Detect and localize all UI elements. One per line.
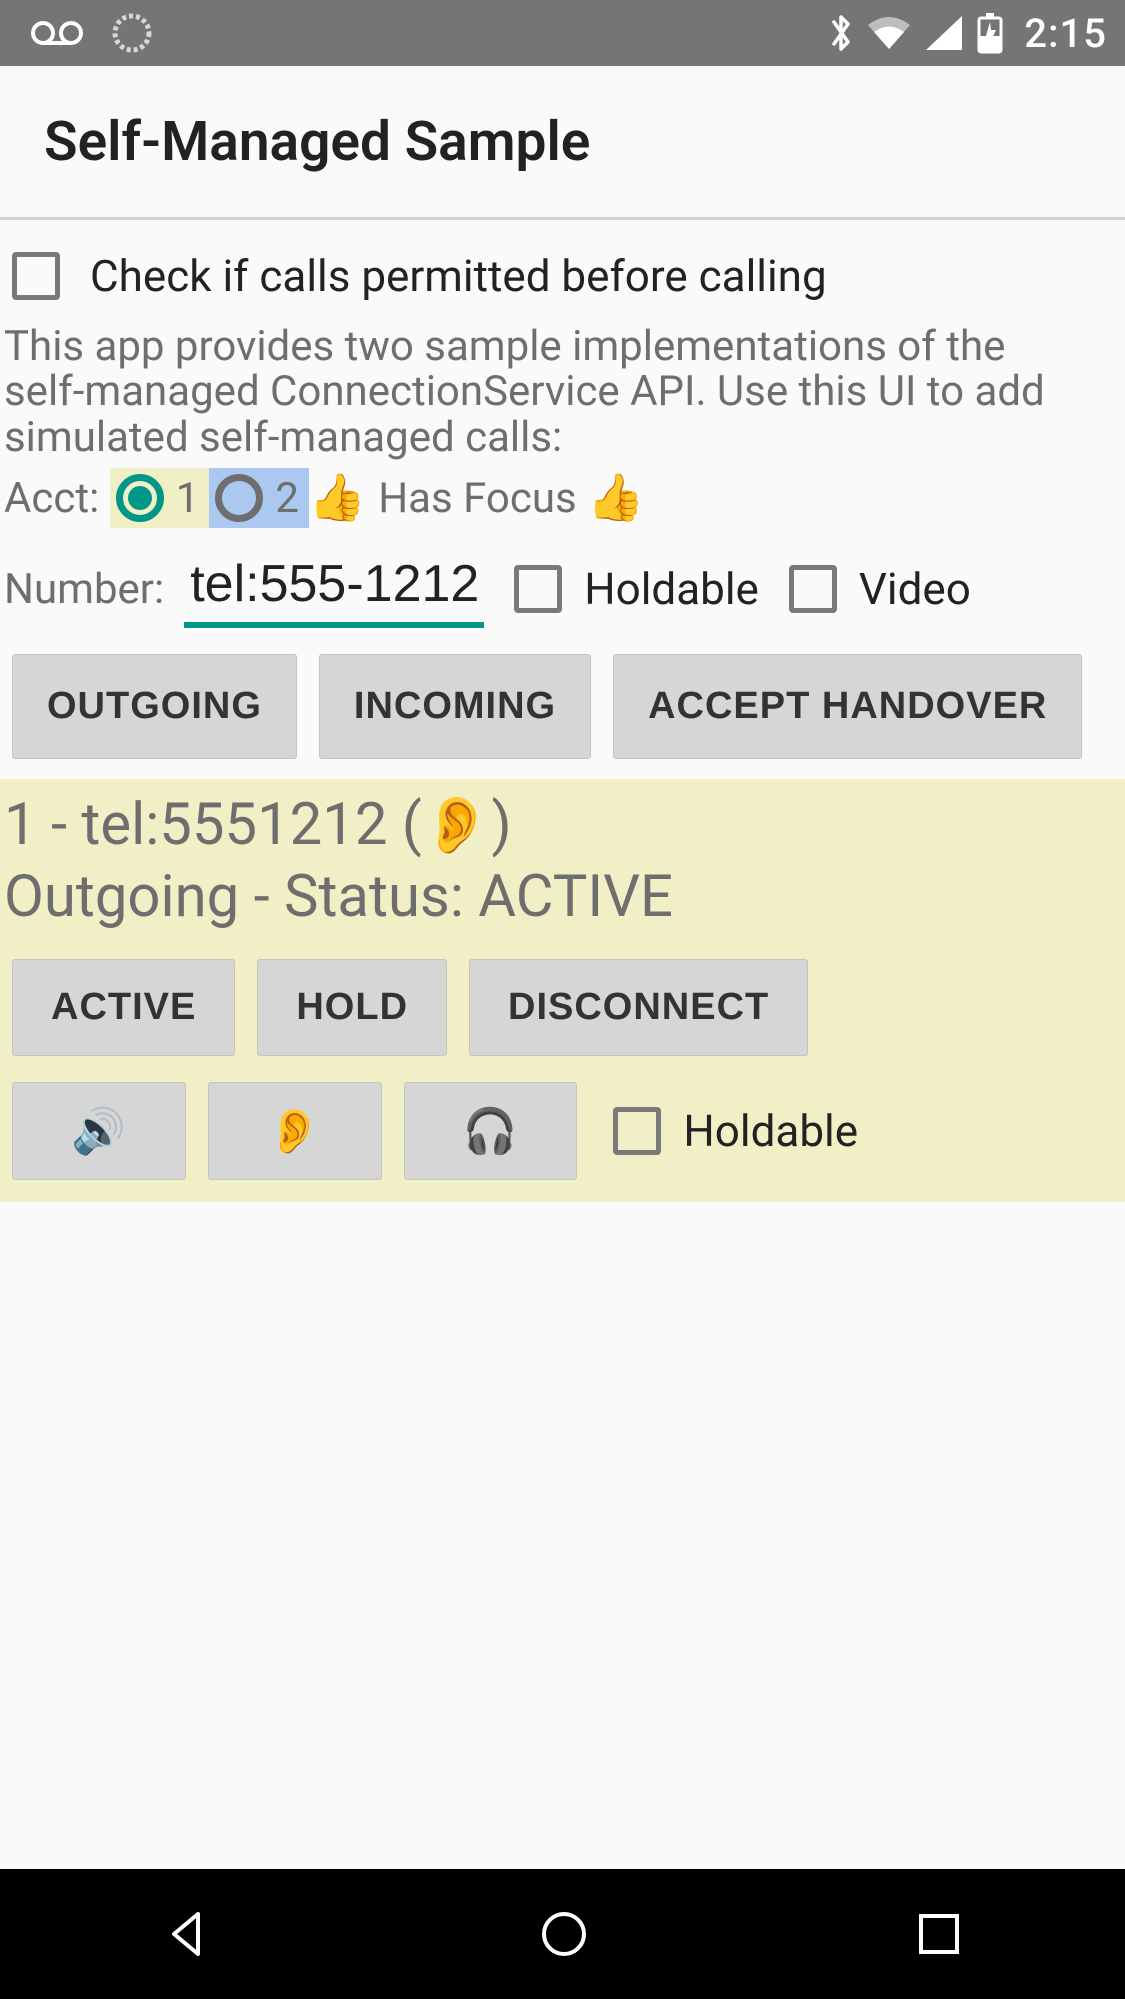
battery-charging-icon: [976, 12, 1004, 54]
video-checkbox[interactable]: [789, 565, 837, 613]
app-bar: Self-Managed Sample: [0, 66, 1125, 220]
video-label: Video: [859, 563, 971, 615]
number-input[interactable]: [184, 550, 484, 628]
outgoing-button[interactable]: OUTGOING: [12, 654, 297, 759]
sync-icon: [112, 13, 152, 53]
hold-button[interactable]: HOLD: [257, 959, 447, 1056]
number-label: Number:: [4, 565, 164, 614]
call-audio-buttons: 🔊 👂 🎧 Holdable: [4, 1074, 1125, 1180]
disconnect-button[interactable]: DISCONNECT: [469, 959, 808, 1056]
call-state-buttons: ACTIVE HOLD DISCONNECT: [4, 941, 1125, 1074]
simulate-button-row: OUTGOING INCOMING ACCEPT HANDOVER: [0, 628, 1125, 779]
acct-label: Acct:: [4, 474, 99, 523]
focus-label: Has Focus: [378, 474, 576, 523]
acct-radio-1[interactable]: [116, 474, 164, 522]
call-line-1: 1 - tel:5551212 ( 👂 ): [4, 789, 1125, 861]
check-permitted-checkbox[interactable]: [12, 252, 60, 300]
acct-radio-2-label: 2: [275, 474, 299, 523]
cell-signal-icon: [924, 14, 964, 52]
acct-row: Acct: 1 2 👍 Has Focus 👍: [0, 468, 1125, 528]
nav-home-icon[interactable]: [536, 1906, 592, 1962]
call-holdable-checkbox[interactable]: [613, 1107, 661, 1155]
thumb-icon-1: 👍: [309, 471, 366, 525]
acct-radio-1-label: 1: [176, 474, 200, 523]
call-card: 1 - tel:5551212 ( 👂 ) Outgoing - Status:…: [0, 779, 1125, 1202]
acct-radio-2[interactable]: [215, 474, 263, 522]
holdable-checkbox[interactable]: [514, 565, 562, 613]
speaker-button[interactable]: 🔊: [12, 1082, 186, 1180]
wifi-icon: [866, 15, 912, 51]
page-title: Self-Managed Sample: [44, 110, 590, 174]
nav-back-icon[interactable]: [160, 1906, 216, 1962]
ear-icon: 👂: [422, 792, 492, 858]
android-nav-bar: [0, 1869, 1125, 1999]
acct-radio-2-wrap: 2: [209, 468, 309, 528]
status-clock: 2:15: [1024, 10, 1107, 57]
nav-recents-icon[interactable]: [913, 1908, 965, 1960]
holdable-label: Holdable: [584, 563, 759, 615]
incoming-button[interactable]: INCOMING: [319, 654, 591, 759]
number-row: Number: Holdable Video: [0, 528, 1125, 628]
acct-radio-1-wrap: 1: [110, 468, 210, 528]
earpiece-button[interactable]: 👂: [208, 1082, 382, 1180]
call-line-1-prefix: 1 - tel:5551212 (: [4, 791, 422, 859]
headphones-button[interactable]: 🎧: [404, 1082, 578, 1180]
bluetooth-icon: [828, 12, 854, 54]
status-bar: 2:15: [0, 0, 1125, 66]
thumb-icon-2: 👍: [587, 471, 644, 525]
call-line-1-suffix: ): [491, 791, 511, 859]
call-holdable-label: Holdable: [683, 1105, 858, 1157]
call-line-2: Outgoing - Status: ACTIVE: [4, 861, 1125, 941]
voicemail-icon: [30, 20, 84, 46]
accept-handover-button[interactable]: ACCEPT HANDOVER: [613, 654, 1082, 759]
check-permitted-label: Check if calls permitted before calling: [90, 250, 827, 302]
active-button[interactable]: ACTIVE: [12, 959, 235, 1056]
description-text: This app provides two sample implementat…: [0, 312, 1125, 468]
